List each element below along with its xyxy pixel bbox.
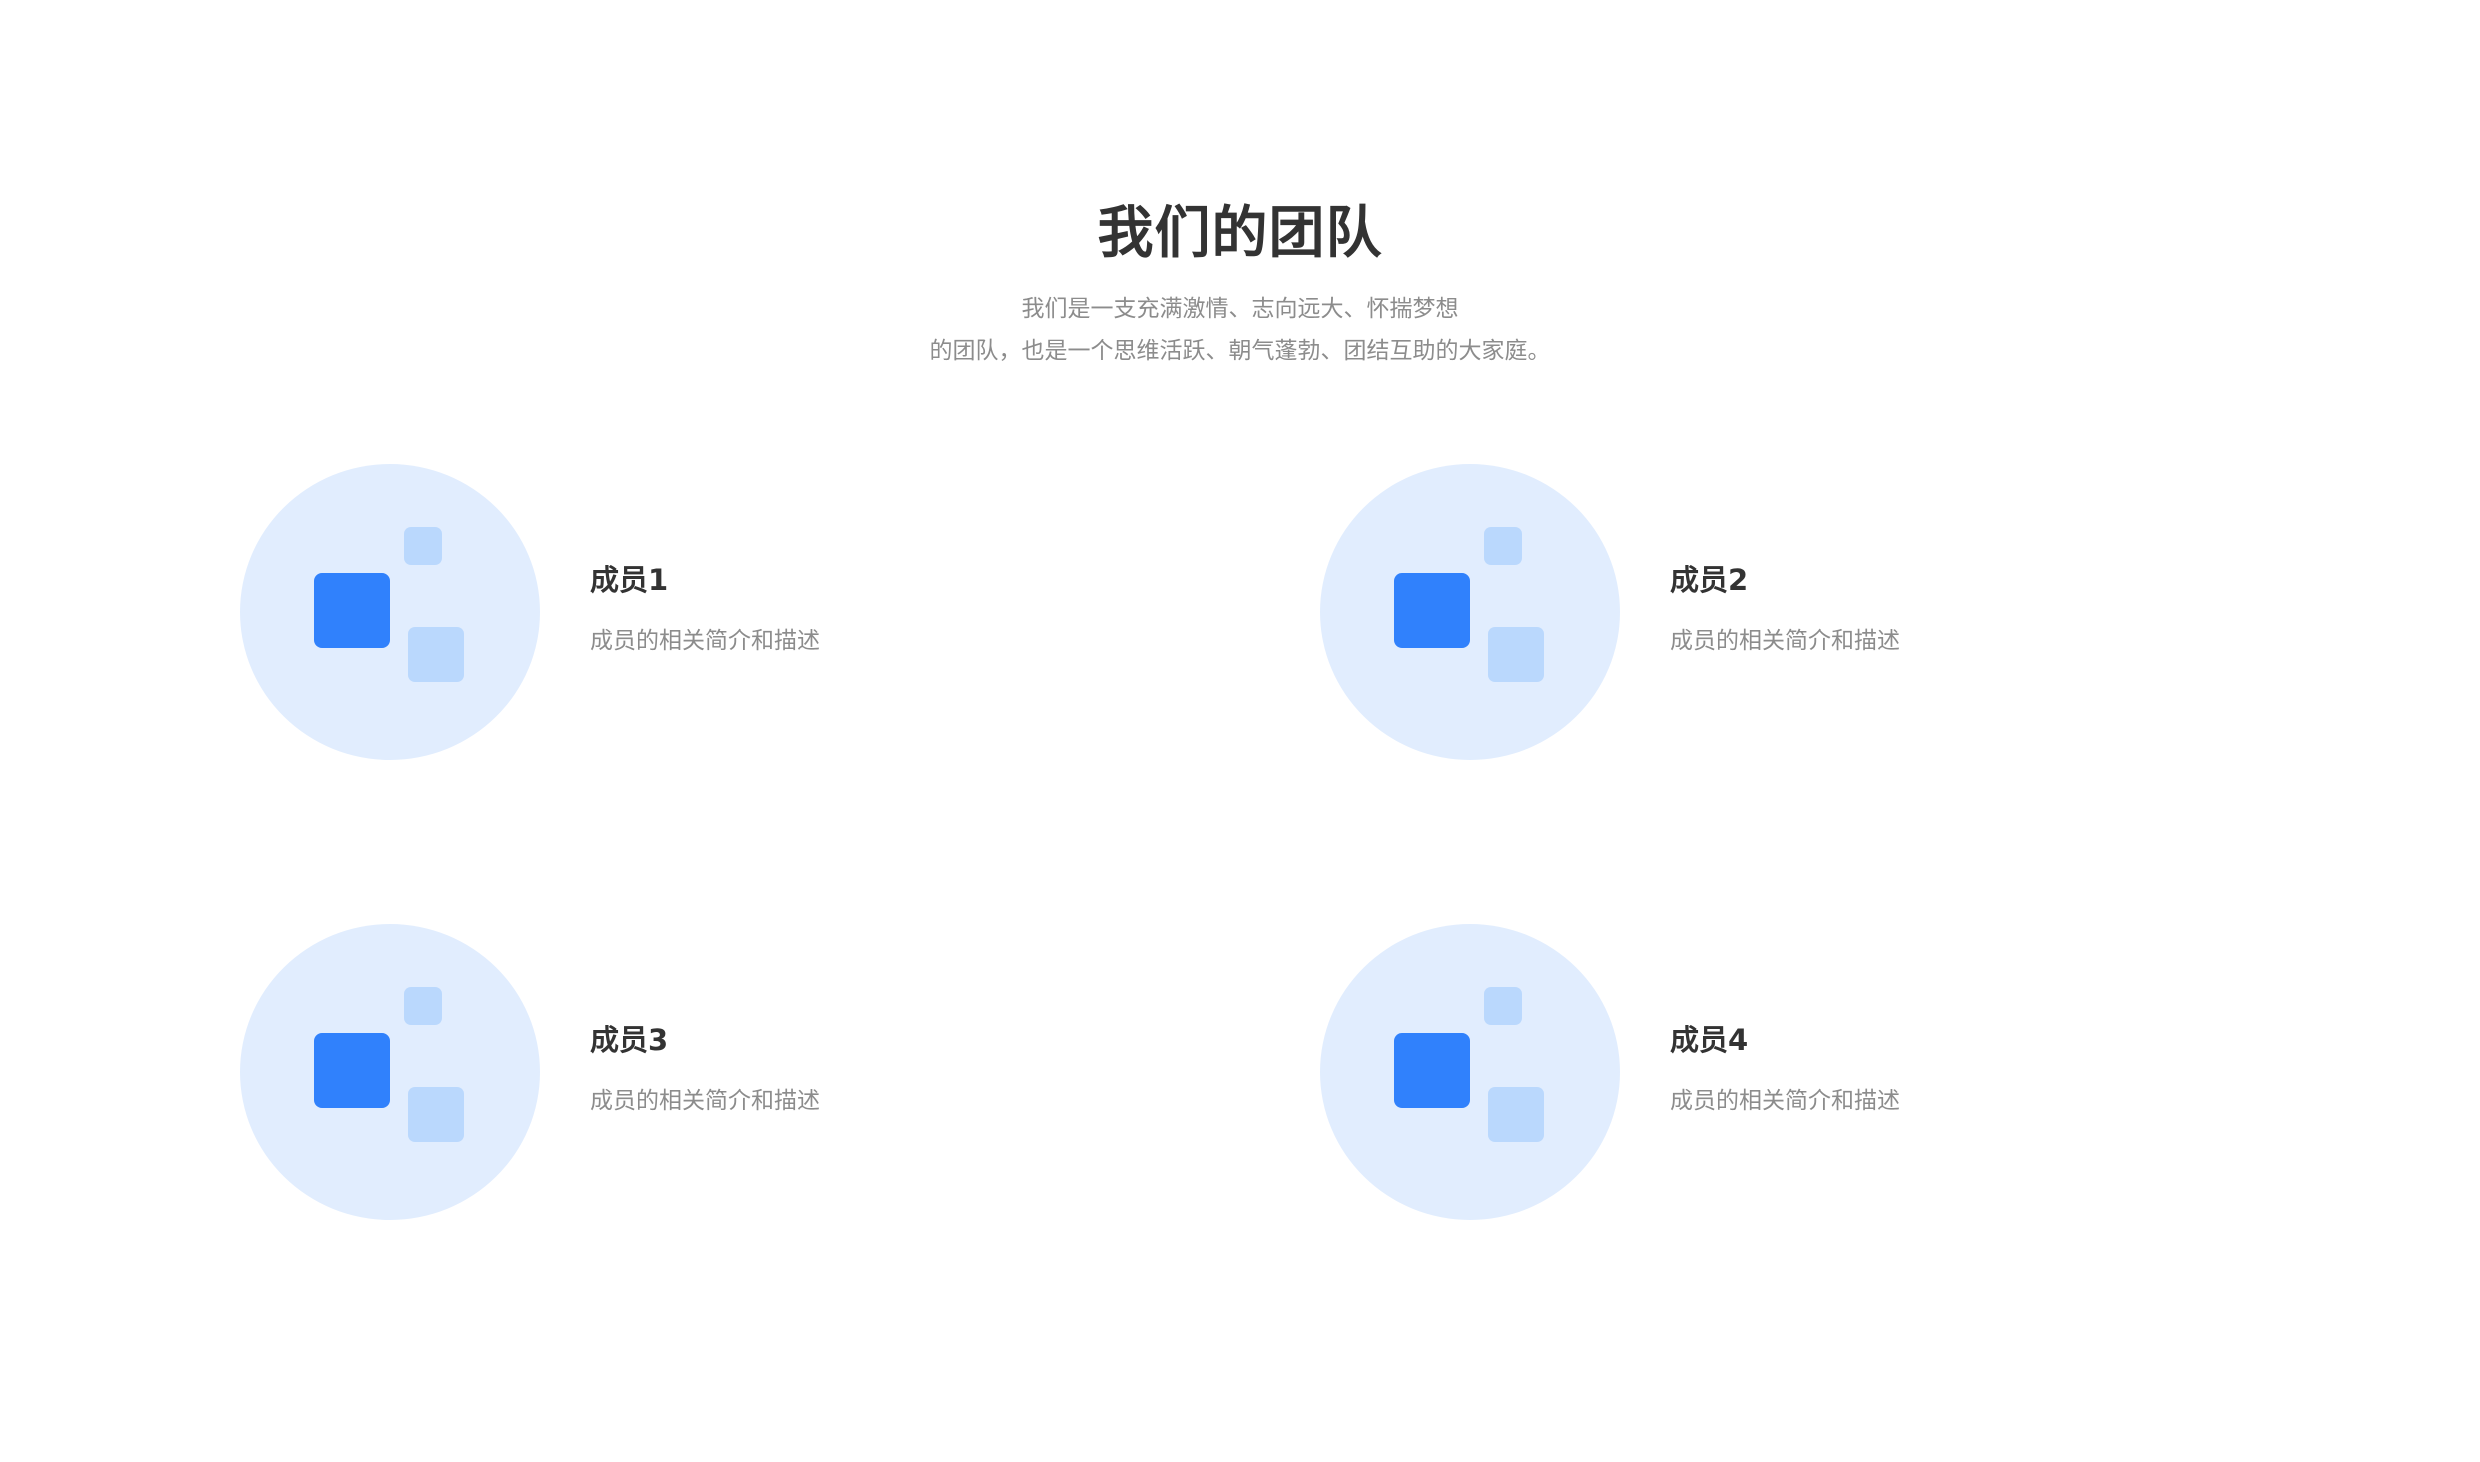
member-name: 成员4 bbox=[1670, 1023, 1749, 1057]
member-description: 成员的相关简介和描述 bbox=[590, 628, 820, 654]
member-name: 成员1 bbox=[590, 563, 669, 597]
avatar-placeholder-icon bbox=[240, 464, 540, 760]
avatar-square-main bbox=[1394, 573, 1470, 648]
subtitle-line-1: 我们是一支充满激情、志向远大、怀揣梦想 bbox=[1021, 296, 1459, 322]
member-card-4: 成员4 成员的相关简介和描述 bbox=[1320, 924, 2220, 1224]
avatar-square-main bbox=[1394, 1033, 1470, 1108]
avatar-placeholder-icon bbox=[1320, 924, 1620, 1220]
avatar-placeholder-icon bbox=[1320, 464, 1620, 760]
avatar-placeholder-icon bbox=[240, 924, 540, 1220]
avatar-square-medium bbox=[1488, 627, 1544, 682]
team-section: 我们的团队 我们是一支充满激情、志向远大、怀揣梦想 的团队，也是一个思维活跃、朝… bbox=[0, 0, 2480, 1462]
avatar-square-main bbox=[314, 1033, 390, 1108]
avatar-square-medium bbox=[408, 1087, 464, 1142]
avatar-square-medium bbox=[1488, 1087, 1544, 1142]
member-card-1: 成员1 成员的相关简介和描述 bbox=[240, 464, 1140, 764]
page-subtitle: 我们是一支充满激情、志向远大、怀揣梦想 的团队，也是一个思维活跃、朝气蓬勃、团结… bbox=[0, 288, 2480, 372]
member-description: 成员的相关简介和描述 bbox=[590, 1088, 820, 1114]
avatar-square-small bbox=[404, 987, 442, 1025]
avatar-square-medium bbox=[408, 627, 464, 682]
avatar-square-small bbox=[1484, 987, 1522, 1025]
member-card-2: 成员2 成员的相关简介和描述 bbox=[1320, 464, 2220, 764]
member-description: 成员的相关简介和描述 bbox=[1670, 628, 1900, 654]
member-name: 成员3 bbox=[590, 1023, 669, 1057]
subtitle-line-2: 的团队，也是一个思维活跃、朝气蓬勃、团结互助的大家庭。 bbox=[929, 338, 1551, 364]
avatar-square-small bbox=[1484, 527, 1522, 565]
member-card-3: 成员3 成员的相关简介和描述 bbox=[240, 924, 1140, 1224]
member-description: 成员的相关简介和描述 bbox=[1670, 1088, 1900, 1114]
page-title: 我们的团队 bbox=[1097, 201, 1383, 266]
avatar-square-main bbox=[314, 573, 390, 648]
member-name: 成员2 bbox=[1670, 563, 1749, 597]
avatar-square-small bbox=[404, 527, 442, 565]
